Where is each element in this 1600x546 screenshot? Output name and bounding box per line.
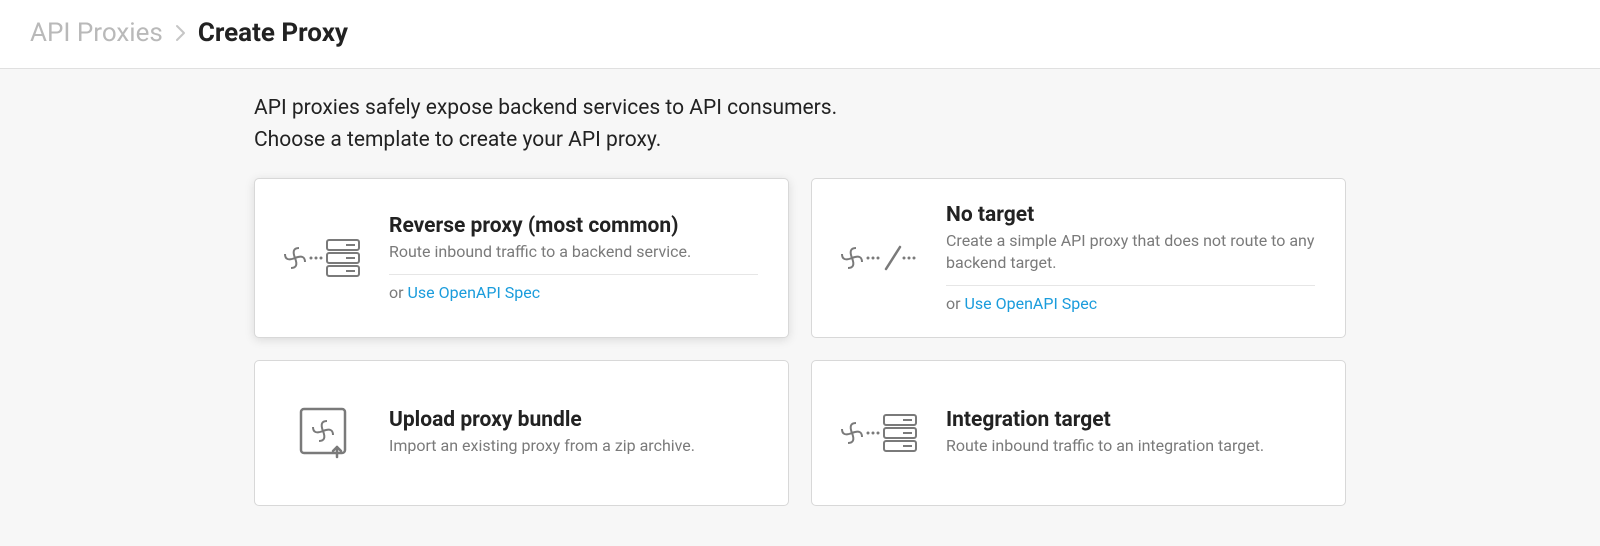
card-body: Reverse proxy (most common) Route inboun… bbox=[389, 214, 758, 301]
card-body: Integration target Route inbound traffic… bbox=[946, 408, 1315, 457]
no-target-icon bbox=[840, 228, 920, 288]
intro-line-2: Choose a template to create your API pro… bbox=[254, 125, 1346, 157]
content-area: API proxies safely expose backend servic… bbox=[0, 69, 1600, 546]
card-description: Route inbound traffic to a backend servi… bbox=[389, 241, 758, 263]
reverse-proxy-icon bbox=[283, 228, 363, 288]
chevron-right-icon bbox=[175, 24, 186, 42]
or-text: or bbox=[946, 294, 965, 313]
upload-bundle-icon bbox=[283, 403, 363, 463]
use-openapi-spec-link[interactable]: Use OpenAPI Spec bbox=[408, 283, 541, 302]
card-description: Create a simple API proxy that does not … bbox=[946, 230, 1315, 275]
card-title: No target bbox=[946, 203, 1315, 227]
use-openapi-spec-link[interactable]: Use OpenAPI Spec bbox=[965, 294, 1098, 313]
no-target-card[interactable]: No target Create a simple API proxy that… bbox=[811, 178, 1346, 338]
card-description: Route inbound traffic to an integration … bbox=[946, 435, 1315, 457]
reverse-proxy-card[interactable]: Reverse proxy (most common) Route inboun… bbox=[254, 178, 789, 338]
card-divider bbox=[946, 285, 1315, 286]
card-title: Integration target bbox=[946, 408, 1315, 432]
intro-text: API proxies safely expose backend servic… bbox=[254, 93, 1346, 156]
card-body: No target Create a simple API proxy that… bbox=[946, 203, 1315, 313]
or-text: or bbox=[389, 283, 408, 302]
integration-target-card[interactable]: Integration target Route inbound traffic… bbox=[811, 360, 1346, 506]
page-title: Create Proxy bbox=[198, 18, 348, 48]
upload-bundle-card[interactable]: Upload proxy bundle Import an existing p… bbox=[254, 360, 789, 506]
breadcrumb: API Proxies Create Proxy bbox=[30, 18, 1570, 48]
intro-line-1: API proxies safely expose backend servic… bbox=[254, 93, 1346, 125]
card-divider bbox=[389, 274, 758, 275]
card-alt-row: or Use OpenAPI Spec bbox=[946, 294, 1315, 313]
breadcrumb-parent-link[interactable]: API Proxies bbox=[30, 18, 163, 48]
integration-target-icon bbox=[840, 403, 920, 463]
card-title: Upload proxy bundle bbox=[389, 408, 758, 432]
card-description: Import an existing proxy from a zip arch… bbox=[389, 435, 758, 457]
page-header: API Proxies Create Proxy bbox=[0, 0, 1600, 69]
card-alt-row: or Use OpenAPI Spec bbox=[389, 283, 758, 302]
card-title: Reverse proxy (most common) bbox=[389, 214, 758, 238]
template-card-grid: Reverse proxy (most common) Route inboun… bbox=[254, 178, 1346, 506]
card-body: Upload proxy bundle Import an existing p… bbox=[389, 408, 758, 457]
